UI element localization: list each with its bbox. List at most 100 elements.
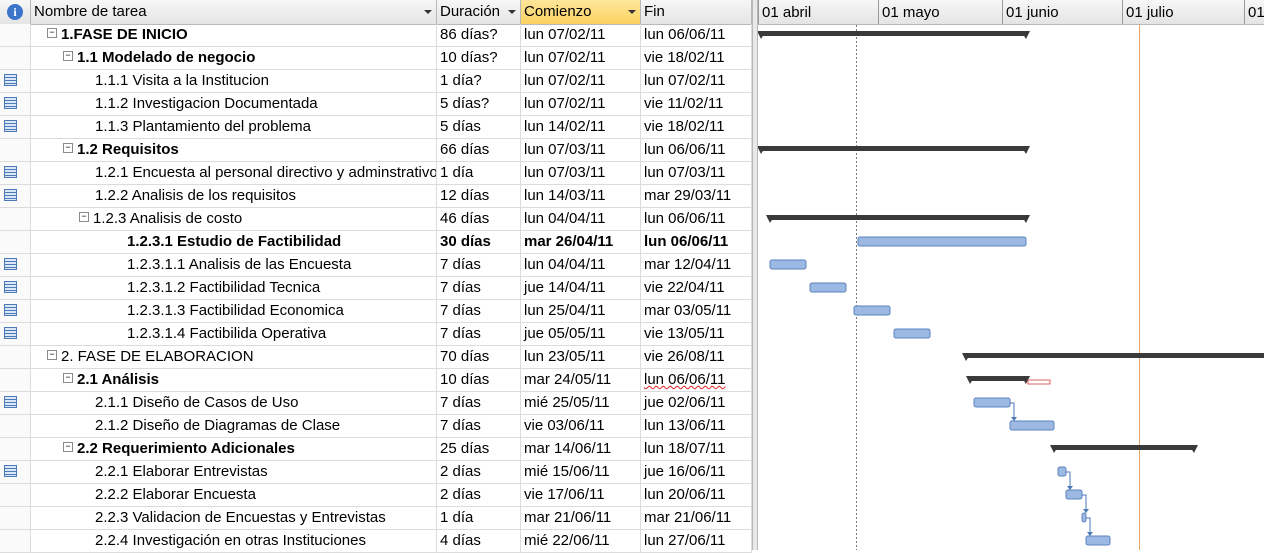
task-name-cell[interactable]: 1.2.1 Encuesta al personal directivo y a… bbox=[31, 162, 437, 184]
task-name-cell[interactable]: −2. FASE DE ELABORACION bbox=[31, 346, 437, 368]
finish-cell[interactable]: vie 11/02/11 bbox=[641, 93, 752, 115]
duration-cell[interactable]: 7 días bbox=[437, 415, 521, 437]
duration-cell[interactable]: 30 días bbox=[437, 231, 521, 253]
calendar-icon[interactable] bbox=[4, 166, 17, 178]
task-row[interactable]: 1.2.3.1.3 Factibilidad Economica 7 días lu… bbox=[0, 300, 752, 323]
duration-cell[interactable]: 5 días? bbox=[437, 93, 521, 115]
task-bar[interactable] bbox=[1009, 420, 1055, 431]
finish-cell[interactable]: vie 18/02/11 bbox=[641, 116, 752, 138]
calendar-icon[interactable] bbox=[4, 120, 17, 132]
task-name-cell[interactable]: 1.2.3.1.3 Factibilidad Economica bbox=[31, 300, 437, 322]
start-cell[interactable]: lun 04/04/11 bbox=[521, 254, 641, 276]
task-row[interactable]: 1.2.2 Analisis de los requisitos 12 días l… bbox=[0, 185, 752, 208]
duration-cell[interactable]: 66 días bbox=[437, 139, 521, 161]
task-name-cell[interactable]: −1.1 Modelado de negocio bbox=[31, 47, 437, 69]
duration-cell[interactable]: 25 días bbox=[437, 438, 521, 460]
start-cell[interactable]: jue 05/05/11 bbox=[521, 323, 641, 345]
task-name-cell[interactable]: 1.2.3.1.1 Analisis de las Encuesta bbox=[31, 254, 437, 276]
task-row[interactable]: −1.2 Requisitos 66 días lun 07/03/11 lun 06… bbox=[0, 139, 752, 162]
summary-bar[interactable] bbox=[1054, 445, 1194, 450]
task-row[interactable]: −1.2.3 Analisis de costo 46 días lun 04/04… bbox=[0, 208, 752, 231]
task-row[interactable]: 1.1.1 Visita a la Institucion 1 día? lun 0… bbox=[0, 70, 752, 93]
summary-bar[interactable] bbox=[770, 215, 1026, 220]
duration-cell[interactable]: 10 días? bbox=[437, 47, 521, 69]
collapse-toggle-icon[interactable]: − bbox=[79, 212, 89, 223]
column-header-start[interactable]: Comienzo bbox=[521, 0, 641, 24]
task-bar[interactable] bbox=[853, 305, 891, 316]
task-name-cell[interactable]: 2.2.4 Investigación en otras Institucion… bbox=[31, 530, 437, 552]
task-row[interactable]: 2.2.2 Elaborar Encuesta 2 días vie 17/06/1… bbox=[0, 484, 752, 507]
column-header-finish[interactable]: Fin bbox=[641, 0, 752, 24]
finish-cell[interactable]: mar 21/06/11 bbox=[641, 507, 752, 529]
duration-cell[interactable]: 70 días bbox=[437, 346, 521, 368]
finish-cell[interactable]: lun 18/07/11 bbox=[641, 438, 752, 460]
summary-bar[interactable] bbox=[761, 31, 1026, 36]
task-name-cell[interactable]: −1.FASE DE INICIO bbox=[31, 24, 437, 46]
task-name-cell[interactable]: −2.1 Análisis bbox=[31, 369, 437, 391]
summary-bar[interactable] bbox=[970, 376, 1026, 381]
task-row[interactable]: 1.1.3 Plantamiento del problema 5 días lun… bbox=[0, 116, 752, 139]
task-row[interactable]: 1.2.1 Encuesta al personal directivo y a… bbox=[0, 162, 752, 185]
calendar-icon[interactable] bbox=[4, 97, 17, 109]
finish-cell[interactable]: jue 02/06/11 bbox=[641, 392, 752, 414]
task-name-cell[interactable]: −1.2.3 Analisis de costo bbox=[31, 208, 437, 230]
finish-cell[interactable]: jue 16/06/11 bbox=[641, 461, 752, 483]
calendar-icon[interactable] bbox=[4, 465, 17, 477]
start-cell[interactable]: mar 26/04/11 bbox=[521, 231, 641, 253]
finish-cell[interactable]: lun 27/06/11 bbox=[641, 530, 752, 552]
finish-cell[interactable]: vie 22/04/11 bbox=[641, 277, 752, 299]
task-row[interactable]: 2.1.2 Diseño de Diagramas de Clase 7 días… bbox=[0, 415, 752, 438]
calendar-icon[interactable] bbox=[4, 396, 17, 408]
finish-cell[interactable]: lun 06/06/11 bbox=[641, 208, 752, 230]
task-row[interactable]: −2. FASE DE ELABORACION 70 días lun 23/05/… bbox=[0, 346, 752, 369]
duration-cell[interactable]: 1 día bbox=[437, 507, 521, 529]
task-bar[interactable] bbox=[973, 397, 1011, 408]
task-name-cell[interactable]: 2.2.3 Validacion de Encuestas y Entrevis… bbox=[31, 507, 437, 529]
dropdown-arrow-icon[interactable] bbox=[508, 10, 516, 14]
task-name-cell[interactable]: −2.2 Requerimiento Adicionales bbox=[31, 438, 437, 460]
collapse-toggle-icon[interactable]: − bbox=[63, 143, 73, 154]
task-name-cell[interactable]: −1.2 Requisitos bbox=[31, 139, 437, 161]
collapse-toggle-icon[interactable]: − bbox=[63, 51, 73, 62]
calendar-icon[interactable] bbox=[4, 304, 17, 316]
task-row[interactable]: 1.2.3.1 Estudio de Factibilidad 30 días ma… bbox=[0, 231, 752, 254]
task-name-cell[interactable]: 2.1.2 Diseño de Diagramas de Clase bbox=[31, 415, 437, 437]
duration-cell[interactable]: 12 días bbox=[437, 185, 521, 207]
start-cell[interactable]: lun 07/02/11 bbox=[521, 24, 641, 46]
duration-cell[interactable]: 7 días bbox=[437, 277, 521, 299]
duration-cell[interactable]: 46 días bbox=[437, 208, 521, 230]
task-bar[interactable] bbox=[1085, 535, 1111, 546]
task-bar[interactable] bbox=[1081, 512, 1087, 523]
calendar-icon[interactable] bbox=[4, 327, 17, 339]
finish-cell[interactable]: lun 06/06/11 bbox=[641, 24, 752, 46]
task-name-cell[interactable]: 2.2.1 Elaborar Entrevistas bbox=[31, 461, 437, 483]
finish-cell[interactable]: vie 13/05/11 bbox=[641, 323, 752, 345]
task-bar[interactable] bbox=[809, 282, 847, 293]
dropdown-arrow-icon[interactable] bbox=[628, 10, 636, 14]
start-cell[interactable]: vie 17/06/11 bbox=[521, 484, 641, 506]
start-cell[interactable]: lun 23/05/11 bbox=[521, 346, 641, 368]
task-row[interactable]: 2.2.3 Validacion de Encuestas y Entrevis… bbox=[0, 507, 752, 530]
finish-cell[interactable]: lun 07/03/11 bbox=[641, 162, 752, 184]
finish-cell[interactable]: lun 06/06/11 bbox=[641, 231, 752, 253]
task-bar[interactable] bbox=[1065, 489, 1083, 500]
finish-cell[interactable]: lun 07/02/11 bbox=[641, 70, 752, 92]
finish-cell[interactable]: lun 06/06/11 bbox=[641, 369, 752, 391]
start-cell[interactable]: jue 14/04/11 bbox=[521, 277, 641, 299]
duration-cell[interactable]: 10 días bbox=[437, 369, 521, 391]
start-cell[interactable]: lun 07/02/11 bbox=[521, 47, 641, 69]
duration-cell[interactable]: 7 días bbox=[437, 323, 521, 345]
start-cell[interactable]: lun 07/02/11 bbox=[521, 93, 641, 115]
start-cell[interactable]: lun 04/04/11 bbox=[521, 208, 641, 230]
finish-cell[interactable]: vie 18/02/11 bbox=[641, 47, 752, 69]
calendar-icon[interactable] bbox=[4, 281, 17, 293]
task-row[interactable]: 2.1.1 Diseño de Casos de Uso 7 días mié 25… bbox=[0, 392, 752, 415]
task-name-cell[interactable]: 1.1.1 Visita a la Institucion bbox=[31, 70, 437, 92]
start-cell[interactable]: mar 14/06/11 bbox=[521, 438, 641, 460]
task-name-cell[interactable]: 1.1.2 Investigacion Documentada bbox=[31, 93, 437, 115]
start-cell[interactable]: lun 14/03/11 bbox=[521, 185, 641, 207]
duration-cell[interactable]: 2 días bbox=[437, 484, 521, 506]
duration-cell[interactable]: 1 día? bbox=[437, 70, 521, 92]
finish-cell[interactable]: mar 29/03/11 bbox=[641, 185, 752, 207]
start-cell[interactable]: lun 07/03/11 bbox=[521, 139, 641, 161]
